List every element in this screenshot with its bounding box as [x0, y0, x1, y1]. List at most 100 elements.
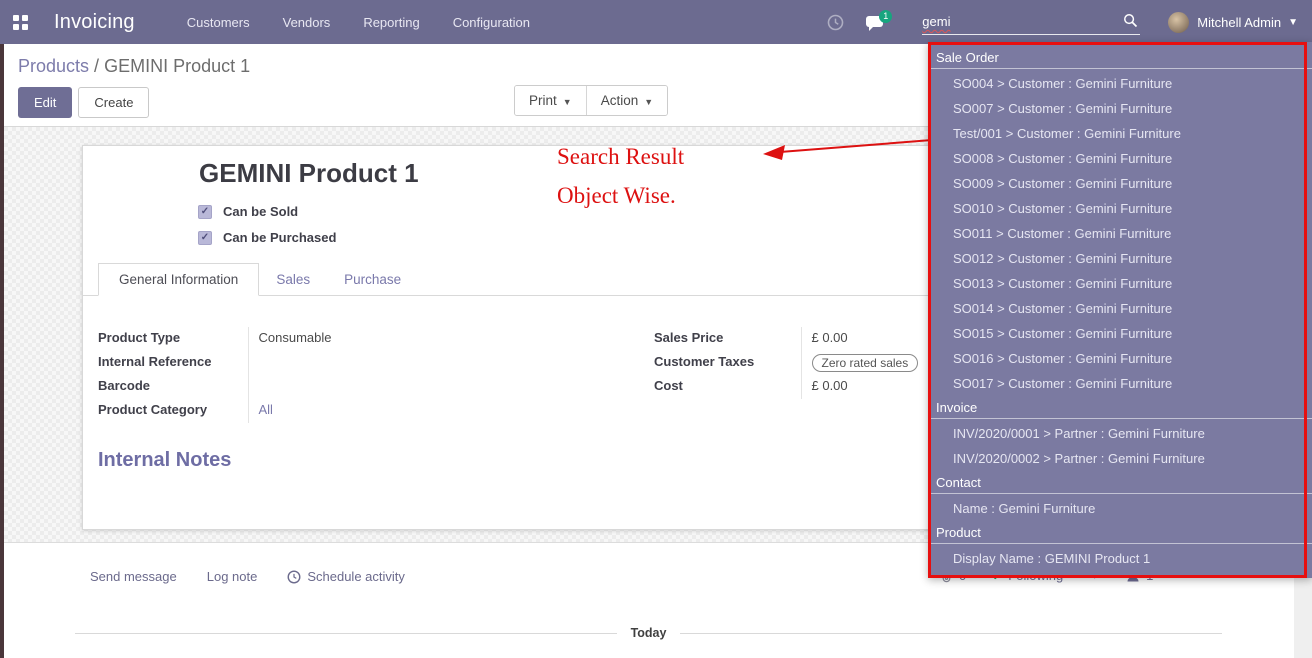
breadcrumb-current: GEMINI Product 1	[104, 56, 250, 76]
menu-reporting[interactable]: Reporting	[363, 15, 419, 30]
field-value	[248, 351, 618, 375]
form-buttons: Edit Create	[18, 87, 149, 118]
dropdown-section-header: Sale Order	[928, 46, 1312, 69]
navbar-right: 1 gemi Mitchell Admin ▼	[827, 0, 1312, 44]
clock-icon	[287, 570, 301, 584]
dropdown-section-header: Invoice	[928, 396, 1312, 419]
app-window: Invoicing Customers Vendors Reporting Co…	[0, 0, 1312, 658]
field-label: Barcode	[98, 375, 248, 399]
dropdown-section-header: Contact	[928, 471, 1312, 494]
menu-configuration[interactable]: Configuration	[453, 15, 530, 30]
search-result-item[interactable]: SO004 > Customer : Gemini Furniture	[928, 71, 1312, 96]
field-label: Internal Reference	[98, 351, 248, 375]
chatter-actions: Send message Log note Schedule activity	[90, 569, 405, 584]
search-icon[interactable]	[1123, 13, 1138, 28]
breadcrumb: Products / GEMINI Product 1	[18, 56, 250, 77]
sale-order-results: SO004 > Customer : Gemini FurnitureSO007…	[928, 71, 1312, 396]
search-result-item[interactable]: INV/2020/0001 > Partner : Gemini Furnitu…	[928, 421, 1312, 446]
messages-icon[interactable]: 1	[866, 14, 886, 30]
user-name: Mitchell Admin	[1197, 15, 1281, 30]
can-be-purchased-label: Can be Purchased	[223, 230, 336, 245]
action-button[interactable]: Action▼	[586, 86, 667, 115]
nav-menus: Customers Vendors Reporting Configuratio…	[187, 15, 530, 30]
menu-vendors[interactable]: Vendors	[283, 15, 331, 30]
can-be-purchased-row: ✓ Can be Purchased	[198, 230, 336, 245]
dropdown-section-invoice: Invoice INV/2020/0001 > Partner : Gemini…	[928, 396, 1312, 471]
search-query-text: gemi	[922, 14, 950, 29]
search-result-item[interactable]: SO015 > Customer : Gemini Furniture	[928, 321, 1312, 346]
search-result-item[interactable]: SO009 > Customer : Gemini Furniture	[928, 171, 1312, 196]
fields-group-left: Product Type Consumable Internal Referen…	[98, 327, 618, 423]
user-avatar	[1168, 12, 1189, 33]
send-message-button[interactable]: Send message	[90, 569, 177, 584]
field-value	[248, 375, 618, 399]
search-result-item[interactable]: SO008 > Customer : Gemini Furniture	[928, 146, 1312, 171]
breadcrumb-separator: /	[89, 56, 104, 76]
today-divider: Today	[75, 626, 1222, 640]
field-internal-reference: Internal Reference	[98, 351, 618, 375]
left-edge-strip	[0, 44, 4, 658]
search-result-item[interactable]: SO012 > Customer : Gemini Furniture	[928, 246, 1312, 271]
dropdown-section-contact: Contact Name : Gemini Furniture	[928, 471, 1312, 521]
annotation-text: Search Result Object Wise.	[557, 144, 684, 222]
can-be-purchased-checkbox[interactable]: ✓	[198, 231, 212, 245]
print-action-group: Print▼ Action▼	[514, 85, 668, 116]
tab-sales[interactable]: Sales	[259, 264, 327, 295]
search-result-item[interactable]: SO014 > Customer : Gemini Furniture	[928, 296, 1312, 321]
tab-general-information[interactable]: General Information	[98, 263, 259, 296]
field-product-category: Product Category All	[98, 399, 618, 423]
product-category-link[interactable]: All	[259, 402, 273, 417]
can-be-sold-checkbox[interactable]: ✓	[198, 205, 212, 219]
customer-tax-tag[interactable]: Zero rated sales	[812, 354, 919, 372]
message-count-badge: 1	[879, 10, 892, 23]
tab-purchase[interactable]: Purchase	[327, 264, 418, 295]
field-product-type: Product Type Consumable	[98, 327, 618, 351]
contact-results: Name : Gemini Furniture	[928, 496, 1312, 521]
field-label: Product Category	[98, 399, 248, 423]
print-button[interactable]: Print▼	[515, 86, 586, 115]
search-result-item[interactable]: SO017 > Customer : Gemini Furniture	[928, 371, 1312, 396]
dropdown-section-product: Product Display Name : GEMINI Product 1	[928, 521, 1312, 571]
log-note-button[interactable]: Log note	[207, 569, 258, 584]
can-be-sold-row: ✓ Can be Sold	[198, 204, 336, 219]
user-menu[interactable]: Mitchell Admin ▼	[1168, 12, 1298, 33]
dropdown-section-sale-order: Sale Order SO004 > Customer : Gemini Fur…	[928, 46, 1312, 396]
field-label: Cost	[654, 375, 801, 399]
can-be-sold-label: Can be Sold	[223, 204, 298, 219]
schedule-activity-button[interactable]: Schedule activity	[287, 569, 405, 584]
search-result-item[interactable]: SO013 > Customer : Gemini Furniture	[928, 271, 1312, 296]
product-results: Display Name : GEMINI Product 1	[928, 546, 1312, 571]
field-barcode: Barcode	[98, 375, 618, 399]
chevron-down-icon: ▼	[563, 97, 572, 107]
dropdown-section-header: Product	[928, 521, 1312, 544]
field-label: Product Type	[98, 327, 248, 351]
annotation-arrow	[752, 132, 937, 164]
create-button[interactable]: Create	[78, 87, 149, 118]
edit-button[interactable]: Edit	[18, 87, 72, 118]
breadcrumb-products-link[interactable]: Products	[18, 56, 89, 76]
search-result-item[interactable]: SO016 > Customer : Gemini Furniture	[928, 346, 1312, 371]
search-result-item[interactable]: Test/001 > Customer : Gemini Furniture	[928, 121, 1312, 146]
apps-menu-icon[interactable]	[13, 15, 28, 30]
field-label: Sales Price	[654, 327, 801, 351]
activities-clock-icon[interactable]	[827, 14, 844, 31]
search-result-item[interactable]: Display Name : GEMINI Product 1	[928, 546, 1312, 571]
field-label: Customer Taxes	[654, 351, 801, 375]
chevron-down-icon: ▼	[1288, 17, 1298, 28]
internal-notes-heading: Internal Notes	[98, 449, 231, 472]
global-search-input[interactable]: gemi	[922, 9, 1140, 35]
app-title[interactable]: Invoicing	[54, 11, 135, 34]
today-label: Today	[617, 626, 681, 640]
search-result-item[interactable]: SO007 > Customer : Gemini Furniture	[928, 96, 1312, 121]
search-result-item[interactable]: Name : Gemini Furniture	[928, 496, 1312, 521]
invoice-results: INV/2020/0001 > Partner : Gemini Furnitu…	[928, 421, 1312, 471]
product-flags: ✓ Can be Sold ✓ Can be Purchased	[198, 204, 336, 256]
search-result-item[interactable]: SO011 > Customer : Gemini Furniture	[928, 221, 1312, 246]
menu-customers[interactable]: Customers	[187, 15, 250, 30]
product-title: GEMINI Product 1	[199, 158, 419, 189]
field-value: Consumable	[248, 327, 618, 351]
top-navbar: Invoicing Customers Vendors Reporting Co…	[0, 0, 1312, 44]
search-results-dropdown: Sale Order SO004 > Customer : Gemini Fur…	[928, 42, 1312, 578]
search-result-item[interactable]: SO010 > Customer : Gemini Furniture	[928, 196, 1312, 221]
search-result-item[interactable]: INV/2020/0002 > Partner : Gemini Furnitu…	[928, 446, 1312, 471]
